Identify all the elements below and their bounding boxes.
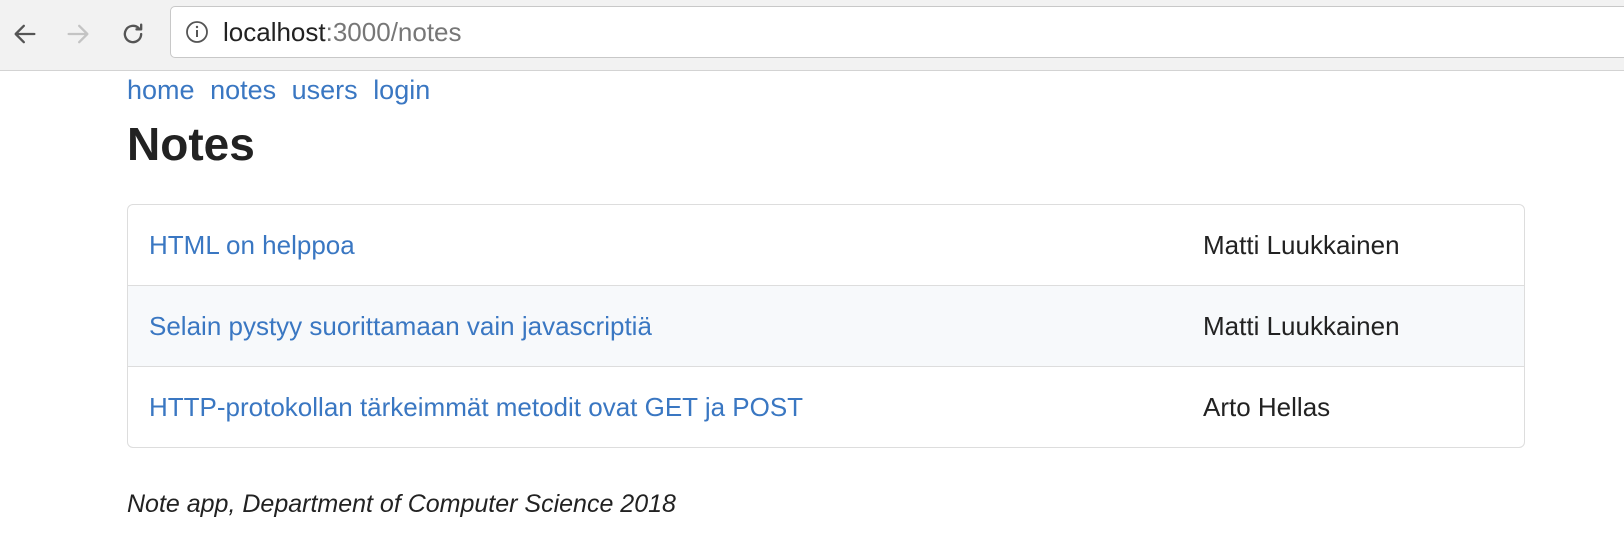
note-link[interactable]: HTTP-protokollan tärkeimmät metodit ovat… [149,392,803,422]
note-content-cell: HTTP-protokollan tärkeimmät metodit ovat… [128,366,1182,447]
info-icon[interactable] [185,20,209,44]
page-footer: Note app, Department of Computer Science… [127,490,676,518]
note-user-cell: Arto Hellas [1182,366,1524,447]
back-button[interactable] [4,13,46,55]
reload-button[interactable] [112,13,154,55]
page-content: home notes users login Notes HTML on hel… [127,72,1527,519]
back-arrow-icon [14,24,36,44]
url-text: localhost:3000/notes [223,17,462,48]
forward-button[interactable] [57,13,99,55]
forward-arrow-icon [67,24,89,44]
url-host: localhost [223,16,326,47]
notes-table: HTML on helppoa Matti Luukkainen Selain … [127,204,1525,448]
note-user-cell: Matti Luukkainen [1182,285,1524,367]
url-path: :3000/notes [325,16,462,47]
table-row: Selain pystyy suorittamaan vain javascri… [128,285,1524,367]
nav-menu: home notes users login [127,72,1527,108]
nav-link-users[interactable]: users [292,75,358,105]
nav-link-login[interactable]: login [373,75,430,105]
note-user-cell: Matti Luukkainen [1203,229,1400,260]
address-bar[interactable]: localhost:3000/notes [170,6,1624,58]
table-row: HTML on helppoa Matti Luukkainen [128,205,1524,286]
reload-icon [123,23,143,44]
note-link[interactable]: Selain pystyy suorittamaan vain javascri… [149,311,652,341]
nav-link-notes[interactable]: notes [210,75,276,105]
page-title: Notes [127,118,255,170]
note-content-cell: Selain pystyy suorittamaan vain javascri… [128,285,1182,367]
nav-link-home[interactable]: home [127,75,195,105]
table-row: HTTP-protokollan tärkeimmät metodit ovat… [128,366,1524,447]
browser-toolbar: localhost:3000/notes [0,0,1624,71]
note-content-cell: HTML on helppoa [128,205,1182,286]
note-link[interactable]: HTML on helppoa [149,230,355,260]
